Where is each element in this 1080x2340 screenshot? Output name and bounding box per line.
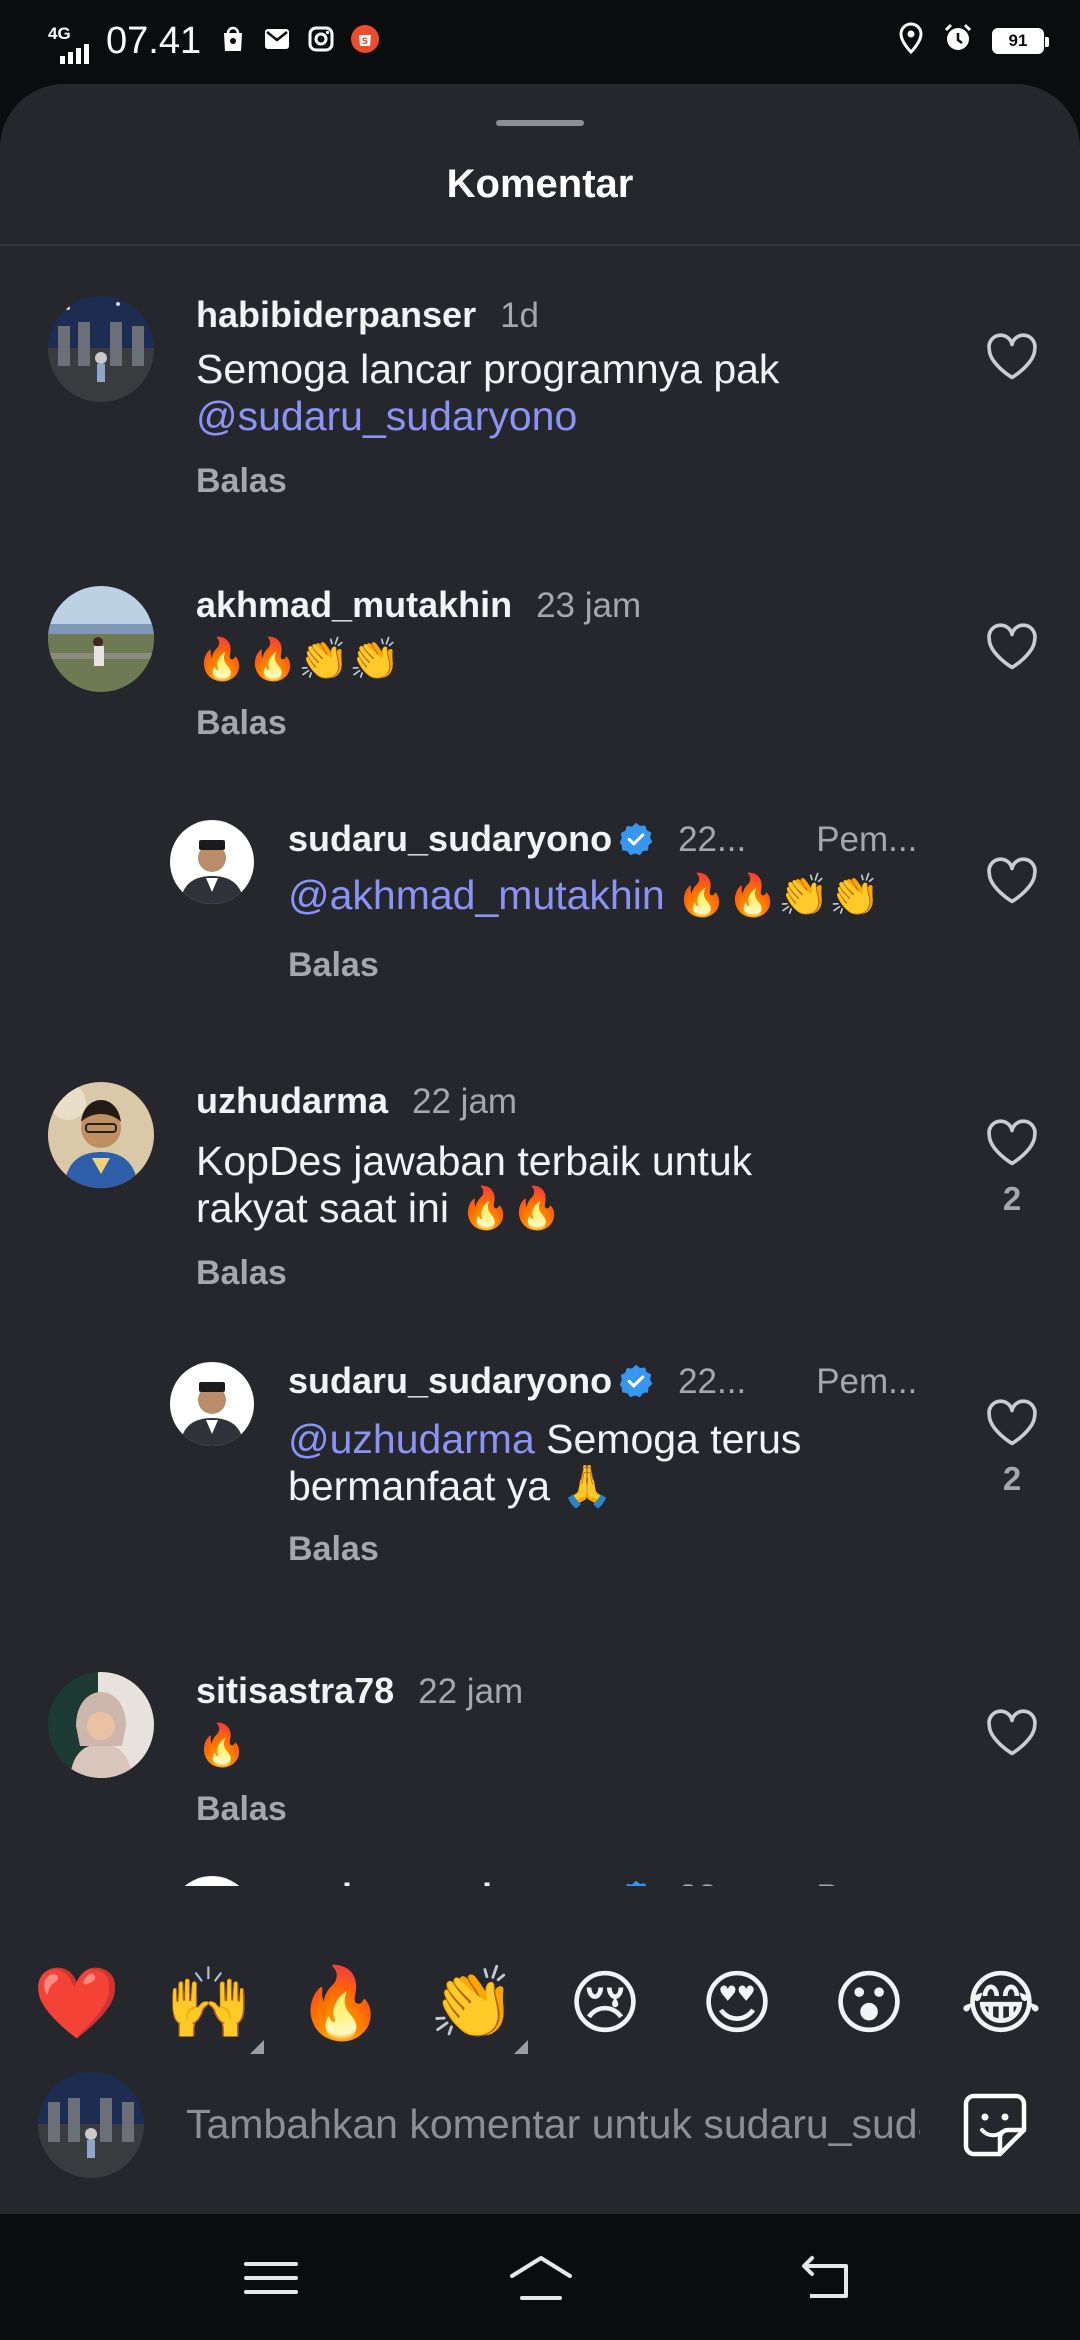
avatar[interactable] [48,296,154,402]
username[interactable]: sudaru_sudaryono [288,818,654,860]
current-user-avatar [38,2072,144,2178]
status-right: 91 [898,22,1049,59]
comment-time: 1d [500,296,540,335]
username-text: sudaru_sudaryono [288,818,613,859]
emoji-heart-eyes[interactable]: 😍 [692,1958,782,2048]
like-count: 2 [1002,1460,1022,1497]
skin-tone-indicator-icon [250,2040,264,2054]
author-tag: Pem... [816,820,918,859]
mention-link[interactable]: @uzhudarma [288,1416,535,1462]
avatar[interactable] [170,1876,254,1886]
heart-icon[interactable] [984,1118,1040,1168]
comment-text: 🔥 [196,1722,248,1768]
clock: 07.41 [106,20,202,62]
comment-time: 22... [678,820,747,859]
author-tag: Pem... [816,1878,917,1886]
avatar[interactable] [170,1362,254,1446]
back-icon[interactable] [790,2250,860,2306]
comment-time: 22... [678,1878,746,1886]
username-text: sudaru_sudaryono [288,1360,613,1401]
shopping-bag-icon [218,24,248,54]
comment-text: @akhmad_mutakhin 🔥🔥👏👏 [288,872,948,919]
comment-text-content: 🔥🔥👏👏 [664,872,881,918]
quick-reactions-bar: ❤️ 🙌 🔥 👏 😢 😍 😮 😂 [0,1932,1080,2072]
comment-text-content: Semoga lancar programnya pak [196,346,780,392]
author-tag: Pem... [816,1362,918,1401]
username[interactable]: uzhudarma [196,1080,388,1122]
comment-text: Semoga lancar programnya pak @sudaru_sud… [196,346,976,440]
alarm-icon [942,22,974,59]
sheet-title: Komentar [446,162,634,206]
like-count: 2 [1002,1180,1022,1217]
username[interactable]: sudaru_sudaryono [288,1360,654,1402]
reply-button[interactable]: Balas [196,704,287,743]
emoji-surprised[interactable]: 😮 [824,1958,914,2048]
reply-button[interactable]: Balas [196,1790,287,1829]
drag-handle[interactable] [496,120,584,126]
username-text: sudaru_sudaryono [288,1876,612,1886]
mail-icon [262,24,292,54]
status-bar: 4G 07.41 S 91 [0,0,1080,84]
reply-button[interactable]: Balas [288,946,379,985]
username[interactable]: habibiderpanser [196,294,476,336]
reply-button[interactable]: Balas [196,462,287,501]
username[interactable]: sitisastra78 [196,1670,394,1712]
emoji-crying[interactable]: 😢 [560,1958,650,2048]
avatar[interactable] [48,1082,154,1188]
svg-text:S: S [362,37,368,47]
emoji-raising-hands[interactable]: 🙌 [164,1958,254,2048]
skin-tone-indicator-icon [514,2040,528,2054]
heart-icon[interactable] [984,1398,1040,1448]
notification-icons: S [218,24,380,54]
comment-text: KopDes jawaban terbaik untuk rakyat saat… [196,1138,753,1231]
battery-icon: 91 [992,27,1049,54]
emoji-fire[interactable]: 🔥 [296,1958,386,2048]
emoji-heart[interactable]: ❤️ [32,1958,122,2048]
shopee-icon: S [350,24,380,54]
heart-icon[interactable] [984,332,1040,382]
comment-time: 23 jam [536,586,642,625]
reply-button[interactable]: Balas [288,1530,379,1569]
menu-icon[interactable] [236,2250,306,2306]
comment-time: 22 jam [412,1082,518,1121]
comments-sheet: Komentar habibiderpanser 1d Semoga lanca… [0,84,1080,2214]
system-nav-bar [0,2214,1080,2340]
verified-badge-icon [626,1880,647,1886]
verified-badge-icon [619,822,653,856]
heart-icon[interactable] [984,856,1040,906]
instagram-icon [306,24,336,54]
location-icon [898,22,924,59]
verified-badge-icon [619,1364,653,1398]
username[interactable]: sudaru_sudaryono [288,1876,654,1886]
signal-icon [60,38,89,64]
reply-button[interactable]: Balas [196,1254,287,1293]
avatar[interactable] [48,1672,154,1778]
mention-link[interactable]: @akhmad_mutakhin [288,872,665,918]
heart-icon[interactable] [984,1708,1040,1758]
comments-list[interactable]: habibiderpanser 1d Semoga lancar program… [0,246,1080,1886]
comment-input[interactable] [186,2092,920,2156]
emoji-clapping[interactable]: 👏 [428,1958,518,2048]
avatar[interactable] [170,820,254,904]
sticker-icon[interactable] [960,2090,1030,2160]
mention-link[interactable]: @sudaru_sudaryono [196,393,577,439]
emoji-laughing[interactable]: 😂 [956,1958,1046,2048]
comment-time: 22 jam [418,1672,524,1711]
comment-time: 22... [678,1362,747,1401]
avatar[interactable] [48,586,154,692]
comment-composer [0,2072,1080,2214]
home-icon[interactable] [506,2250,576,2306]
comment-text: @uzhudarma Semoga terus bermanfaat ya 🙏 [288,1416,928,1510]
comment-text: 🔥🔥👏👏 [196,636,401,682]
username[interactable]: akhmad_mutakhin [196,584,512,626]
heart-icon[interactable] [984,622,1040,672]
